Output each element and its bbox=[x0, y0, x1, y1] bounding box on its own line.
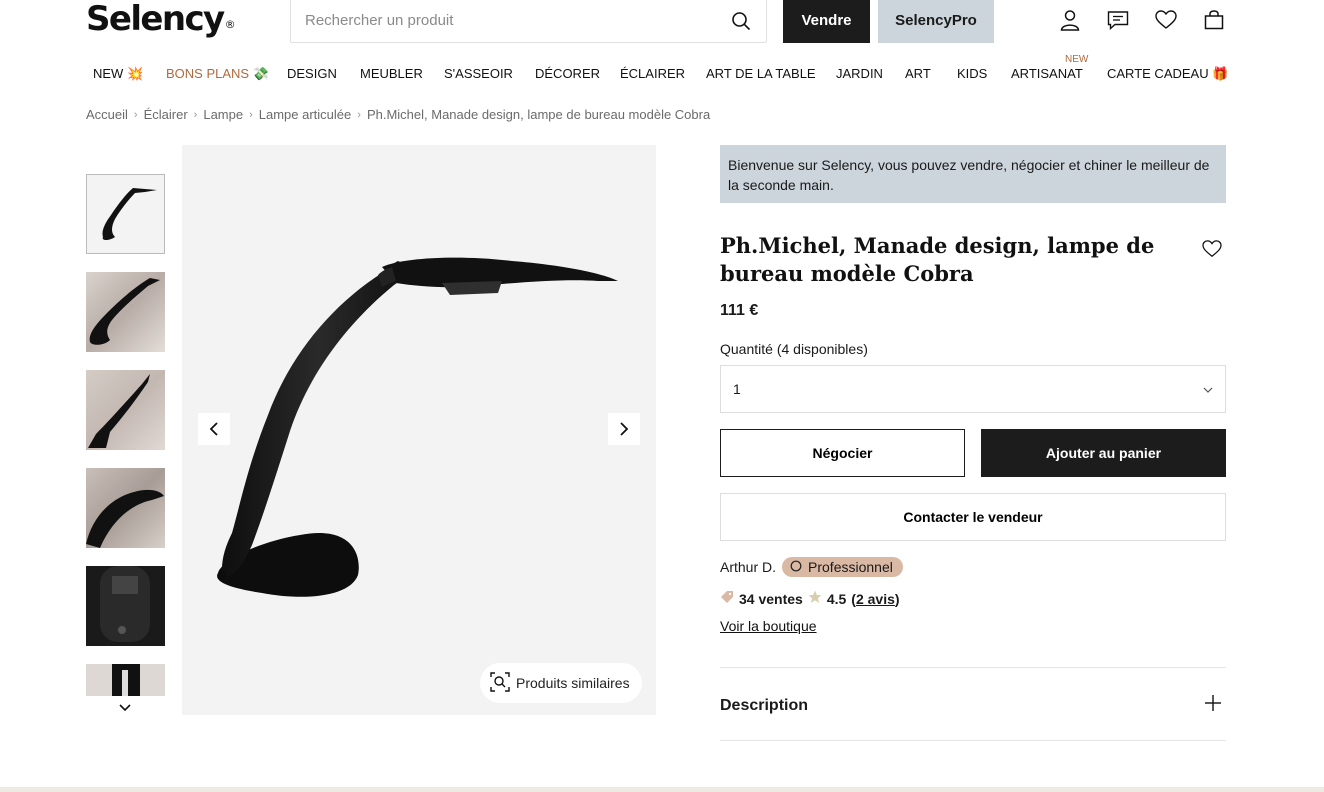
money-icon: 💸 bbox=[252, 66, 269, 81]
logo-text: Selency bbox=[86, 0, 225, 39]
nav-item-jardin[interactable]: JARDIN bbox=[836, 66, 883, 81]
explosion-icon: 💥 bbox=[126, 66, 144, 81]
account-icon[interactable] bbox=[1058, 8, 1082, 32]
product-image[interactable]: Produits similaires bbox=[182, 145, 656, 715]
messages-icon[interactable] bbox=[1106, 8, 1130, 32]
reviews-link[interactable]: (2 avis) bbox=[851, 591, 899, 607]
lamp-image bbox=[217, 257, 618, 597]
sales-count: 34 ventes bbox=[739, 590, 803, 607]
thumbnail-list bbox=[86, 174, 166, 696]
divider bbox=[720, 740, 1226, 741]
seller-name[interactable]: Arthur D. bbox=[720, 559, 776, 575]
breadcrumb-item[interactable]: Éclairer bbox=[144, 107, 188, 122]
thumbnail[interactable] bbox=[86, 272, 165, 352]
search-input[interactable] bbox=[305, 12, 730, 29]
product-price: 111 € bbox=[720, 302, 759, 319]
nav-item-art[interactable]: ART bbox=[905, 66, 931, 81]
nav-item-eclairer[interactable]: ÉCLAIRER bbox=[620, 66, 685, 81]
nav-item-decorer[interactable]: DÉCORER bbox=[535, 66, 600, 81]
chevron-right-icon: › bbox=[249, 108, 253, 121]
seller-info: Arthur D. Professionnel bbox=[720, 557, 903, 577]
thumbnail[interactable] bbox=[86, 370, 165, 450]
thumbnail[interactable] bbox=[86, 566, 165, 646]
registered-mark: ® bbox=[224, 18, 236, 31]
tag-icon bbox=[720, 590, 734, 607]
chevron-right-icon: › bbox=[357, 108, 361, 121]
rating-value: 4.5 bbox=[826, 590, 847, 607]
nav-item-design[interactable]: DESIGN bbox=[287, 66, 337, 81]
seller-stats: 34 ventes 4.5 (2 avis) bbox=[720, 590, 900, 607]
header-icons bbox=[1058, 8, 1226, 32]
nav-item-new[interactable]: NEW 💥 bbox=[93, 66, 143, 82]
view-shop-link[interactable]: Voir la boutique bbox=[720, 618, 817, 634]
similar-products-label: Produits similaires bbox=[516, 675, 630, 691]
breadcrumb-item[interactable]: Lampe articulée bbox=[259, 107, 352, 122]
search-icon[interactable] bbox=[730, 10, 752, 32]
contact-seller-button[interactable]: Contacter le vendeur bbox=[720, 493, 1226, 541]
footer-strip bbox=[0, 787, 1324, 792]
nav-item-sasseoir[interactable]: S'ASSEOIR bbox=[444, 66, 513, 81]
selency-logo[interactable]: Selency® bbox=[86, 0, 236, 38]
selency-pro-button[interactable]: SelencyPro bbox=[878, 0, 994, 43]
plus-icon[interactable] bbox=[1204, 694, 1222, 717]
quantity-value: 1 bbox=[733, 381, 741, 397]
negotiate-button[interactable]: Négocier bbox=[720, 429, 965, 477]
similar-products-button[interactable]: Produits similaires bbox=[480, 663, 642, 703]
new-tag: NEW bbox=[1065, 54, 1089, 65]
next-image-button[interactable] bbox=[608, 413, 640, 445]
previous-image-button[interactable] bbox=[198, 413, 230, 445]
nav-item-bons-plans[interactable]: BONS PLANS 💸 bbox=[166, 66, 269, 82]
chevron-down-icon bbox=[1203, 381, 1213, 397]
favorites-icon[interactable] bbox=[1154, 8, 1178, 32]
nav-item-art-de-la-table[interactable]: ART DE LA TABLE bbox=[706, 66, 816, 81]
add-to-cart-button[interactable]: Ajouter au panier bbox=[981, 429, 1226, 477]
breadcrumb: Accueil › Éclairer › Lampe › Lampe artic… bbox=[86, 107, 710, 122]
product-title: Ph.Michel, Manade design, lampe de burea… bbox=[720, 233, 1155, 286]
cart-icon[interactable] bbox=[1202, 8, 1226, 32]
chevron-right-icon: › bbox=[193, 108, 198, 121]
nav-item-meubler[interactable]: MEUBLER bbox=[360, 66, 423, 81]
heart-icon[interactable] bbox=[1202, 240, 1222, 263]
breadcrumb-current: Ph.Michel, Manade design, lampe de burea… bbox=[366, 107, 711, 122]
main-navigation: NEW 💥 BONS PLANS 💸 DESIGN MEUBLER S'ASSE… bbox=[93, 54, 1228, 84]
divider bbox=[720, 667, 1226, 668]
chevron-right-icon: › bbox=[133, 108, 138, 121]
nav-item-kids[interactable]: KIDS bbox=[957, 66, 987, 81]
quantity-label: Quantité (4 disponibles) bbox=[720, 341, 868, 357]
description-toggle[interactable]: Description bbox=[720, 697, 808, 715]
welcome-banner: Bienvenue sur Selency, vous pouvez vendr… bbox=[720, 145, 1226, 203]
thumbnail[interactable] bbox=[86, 468, 165, 548]
badge-label: Professionnel bbox=[808, 559, 893, 575]
gift-icon: 🎁 bbox=[1212, 66, 1229, 81]
nav-item-artisanat[interactable]: ARTISANAT bbox=[1011, 66, 1083, 81]
quantity-select[interactable]: 1 bbox=[720, 365, 1226, 413]
breadcrumb-item[interactable]: Lampe bbox=[203, 107, 243, 122]
search-bar[interactable] bbox=[290, 0, 767, 43]
professional-badge: Professionnel bbox=[782, 557, 903, 577]
star-icon bbox=[808, 590, 822, 607]
thumbnail[interactable] bbox=[86, 664, 165, 696]
nav-item-carte-cadeau[interactable]: CARTE CADEAU 🎁 bbox=[1107, 66, 1228, 82]
visual-search-icon bbox=[490, 671, 510, 695]
circle-icon bbox=[790, 559, 802, 575]
sell-button[interactable]: Vendre bbox=[783, 0, 870, 43]
chevron-down-icon[interactable] bbox=[118, 700, 132, 718]
thumbnail[interactable] bbox=[86, 174, 165, 254]
breadcrumb-item[interactable]: Accueil bbox=[86, 107, 128, 122]
